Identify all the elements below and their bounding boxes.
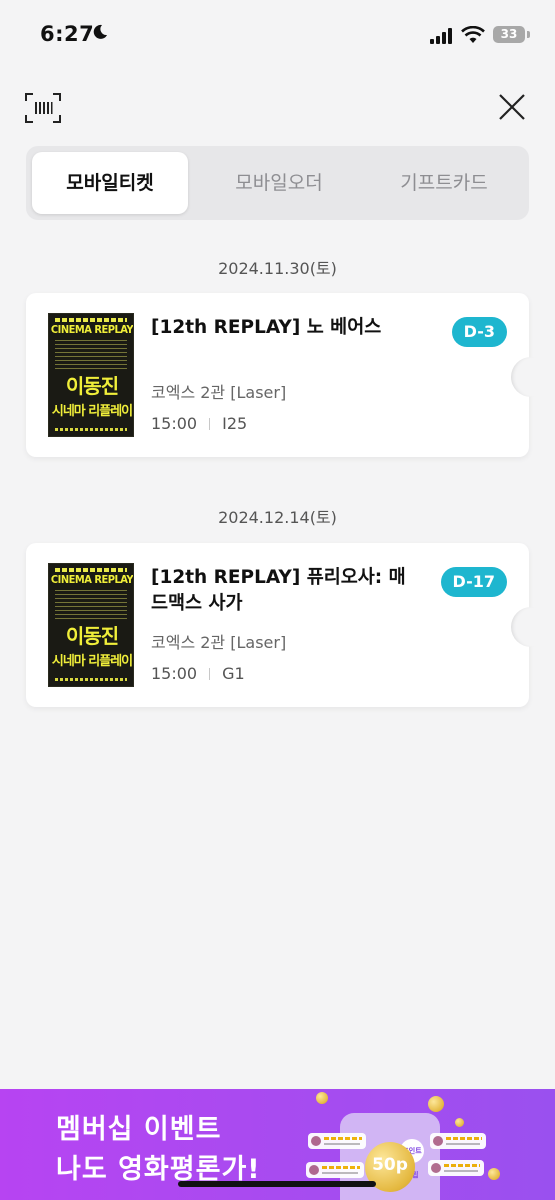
ticket-card[interactable]: CINEMA REPLAY 이동진 시네마 리플레이 [12th REPLAY]… <box>26 543 551 707</box>
review-card <box>430 1133 486 1149</box>
battery-tip <box>527 31 530 38</box>
ticket-notch <box>511 357 551 397</box>
showtime: 15:00 <box>151 414 198 433</box>
status-time: 6:27 <box>40 22 95 46</box>
banner-title: 멤버십 이벤트 <box>56 1114 222 1145</box>
poster-decoration <box>55 428 127 431</box>
tab-mobile-ticket[interactable]: 모바일티켓 <box>32 152 188 214</box>
ticket-card[interactable]: CINEMA REPLAY 이동진 시네마 리플레이 [12th REPLAY]… <box>26 293 551 457</box>
ticket-date: 2024.11.30(토) <box>218 259 337 278</box>
poster-name: 이동진 <box>65 374 119 398</box>
ticket-tabs: 모바일티켓 모바일오더 기프트카드 <box>26 146 529 220</box>
battery-indicator: 33 <box>493 26 525 43</box>
poster-title: CINEMA REPLAY <box>50 573 134 586</box>
moon-icon <box>93 24 107 39</box>
close-icon[interactable] <box>497 92 527 122</box>
coin-label: 50p <box>372 1155 408 1175</box>
poster-decoration <box>55 568 127 572</box>
review-card <box>306 1162 364 1178</box>
showtime-seat: 15:00 G1 <box>151 664 245 683</box>
seat-number: I25 <box>222 414 248 433</box>
ticket-date: 2024.12.14(토) <box>218 508 337 527</box>
poster-decoration <box>55 590 127 620</box>
coin-icon <box>316 1092 328 1104</box>
theater-venue: 코엑스 2관 [Laser] <box>151 633 287 652</box>
showtime-seat: 15:00 I25 <box>151 414 247 433</box>
movie-poster: CINEMA REPLAY 이동진 시네마 리플레이 <box>48 563 134 687</box>
coin-icon <box>488 1168 500 1180</box>
wifi-icon <box>461 26 485 43</box>
tab-mobile-order[interactable]: 모바일오더 <box>201 152 357 214</box>
coin-icon <box>428 1096 444 1112</box>
status-bar: 6:27 33 <box>0 0 555 70</box>
poster-subtitle: 시네마 리플레이 <box>51 654 133 669</box>
tab-gift-card[interactable]: 기프트카드 <box>366 152 522 214</box>
poster-name: 이동진 <box>65 624 119 648</box>
movie-title: [12th REPLAY] 퓨리오사: 매드맥스 사가 <box>151 567 406 614</box>
poster-decoration <box>55 678 127 681</box>
poster-title: CINEMA REPLAY <box>50 323 134 336</box>
ticket-notch <box>511 607 551 647</box>
review-card <box>428 1160 484 1176</box>
review-card <box>308 1133 366 1149</box>
poster-decoration <box>55 318 127 322</box>
movie-title: [12th REPLAY] 노 베어스 <box>151 317 382 338</box>
divider <box>209 418 211 430</box>
dday-badge: D-17 <box>440 567 507 597</box>
cellular-signal-icon <box>430 28 452 44</box>
home-indicator[interactable] <box>178 1181 376 1187</box>
showtime: 15:00 <box>151 664 198 683</box>
barcode-scan-icon[interactable] <box>24 92 62 124</box>
divider <box>209 668 211 680</box>
seat-number: G1 <box>222 664 245 683</box>
poster-subtitle: 시네마 리플레이 <box>51 404 133 419</box>
movie-poster: CINEMA REPLAY 이동진 시네마 리플레이 <box>48 313 134 437</box>
coin-icon <box>455 1118 464 1127</box>
dday-badge: D-3 <box>451 317 507 347</box>
poster-decoration <box>55 340 127 370</box>
theater-venue: 코엑스 2관 [Laser] <box>151 383 287 402</box>
